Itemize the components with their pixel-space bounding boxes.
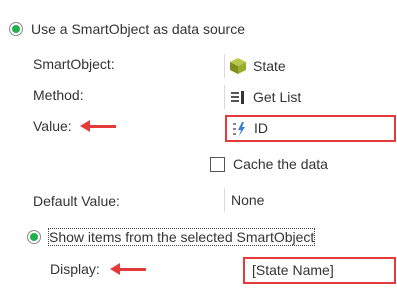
- display-value: [State Name]: [252, 262, 334, 278]
- display-arrow-icon: [110, 263, 148, 275]
- value-value: ID: [254, 120, 268, 136]
- property-icon: [232, 121, 248, 137]
- method-field[interactable]: Get List: [224, 85, 397, 109]
- cache-checkbox[interactable]: [210, 157, 225, 172]
- use-smartobject-label: Use a SmartObject as data source: [31, 21, 245, 37]
- use-smartobject-radio[interactable]: [9, 22, 23, 36]
- default-value-field[interactable]: None: [224, 188, 397, 212]
- show-items-label: Show items from the selected SmartObject: [47, 228, 316, 246]
- value-field[interactable]: ID: [225, 115, 396, 142]
- show-items-radio[interactable]: [27, 230, 41, 244]
- radio-selected-dot: [30, 233, 38, 241]
- value-arrow-icon: [80, 120, 118, 132]
- method-value: Get List: [253, 89, 302, 105]
- smartobject-value: State: [253, 58, 286, 74]
- smartobject-field[interactable]: State: [224, 54, 397, 78]
- list-method-icon: [230, 89, 246, 105]
- method-label: Method:: [33, 87, 84, 103]
- default-value-value: None: [231, 192, 265, 208]
- cache-label: Cache the data: [233, 156, 328, 172]
- default-value-label: Default Value:: [33, 193, 120, 209]
- radio-selected-dot: [12, 25, 20, 33]
- display-field[interactable]: [State Name]: [243, 257, 396, 284]
- smartobject-label: SmartObject:: [33, 56, 115, 72]
- cube-icon: [229, 57, 247, 75]
- display-label: Display:: [50, 261, 100, 277]
- value-label: Value:: [33, 118, 72, 134]
